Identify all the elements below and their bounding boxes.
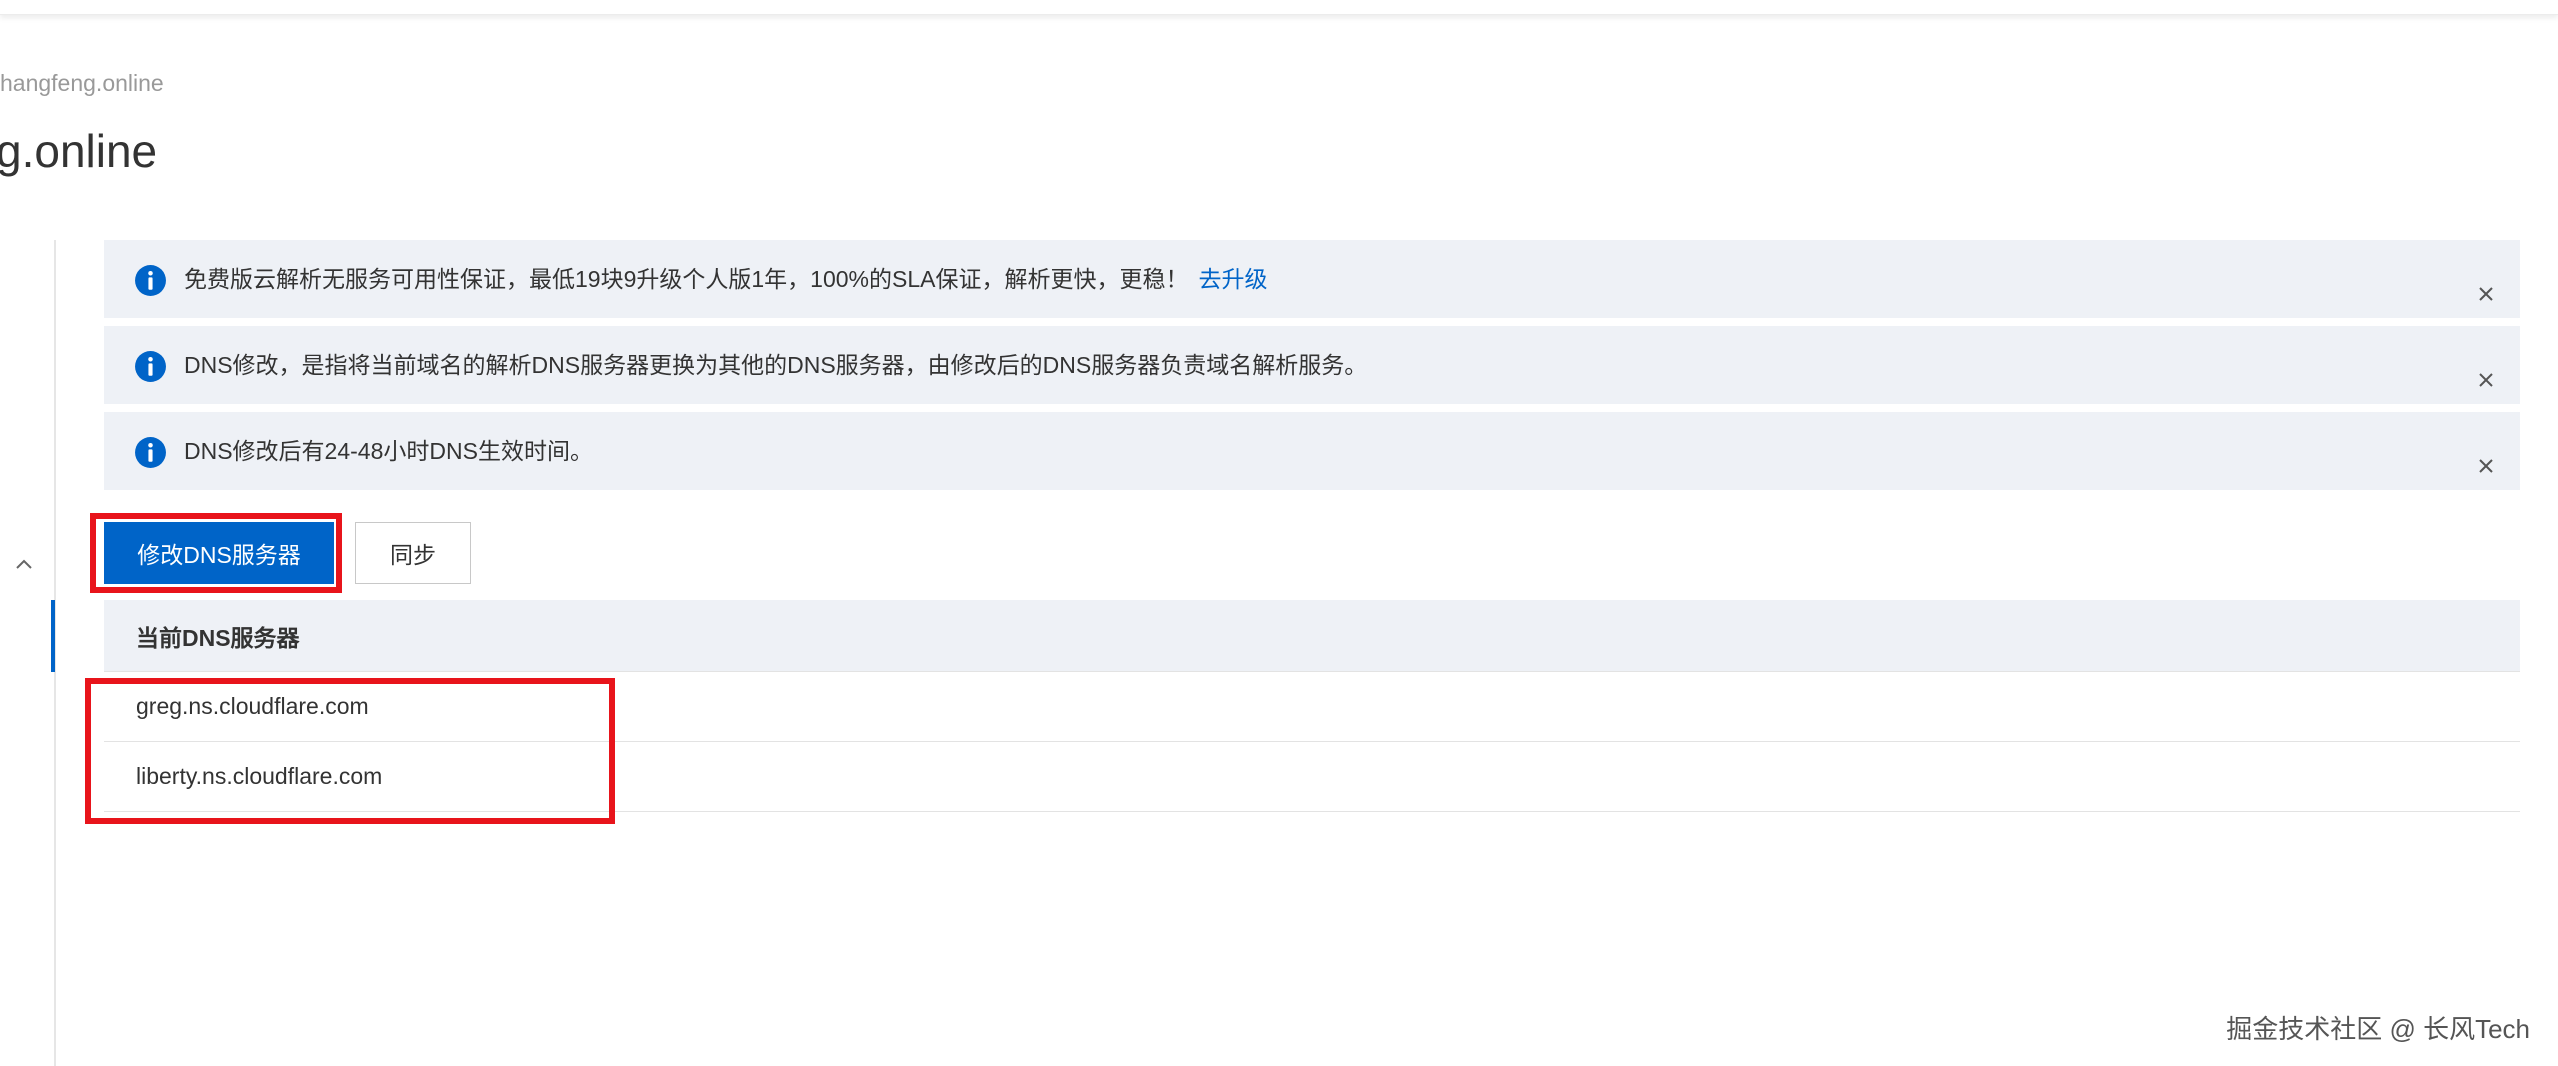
upgrade-link[interactable]: 去升级 — [1198, 266, 1267, 292]
notice-text: DNS修改后有24-48小时DNS生效时间。 — [184, 438, 593, 464]
notice-message: 免费版云解析无服务可用性保证，最低19块9升级个人版1年，100%的SLA保证，… — [184, 264, 1267, 294]
info-icon — [135, 351, 166, 382]
column-header-dns-server: 当前DNS服务器 — [136, 624, 300, 651]
top-bar — [0, 0, 2558, 15]
close-icon[interactable] — [2476, 370, 2496, 390]
info-icon — [135, 437, 166, 468]
notice-dns-explain: DNS修改，是指将当前域名的解析DNS服务器更换为其他的DNS服务器，由修改后的… — [104, 326, 2520, 404]
info-icon — [135, 265, 166, 296]
page-title: g.online — [0, 125, 158, 177]
dns-server-table: 当前DNS服务器 greg.ns.cloudflare.com liberty.… — [104, 600, 2520, 812]
table-row: liberty.ns.cloudflare.com — [104, 742, 2520, 812]
sync-button[interactable]: 同步 — [355, 522, 471, 584]
notice-text: DNS修改，是指将当前域名的解析DNS服务器更换为其他的DNS服务器，由修改后的… — [184, 352, 1368, 378]
table-header: 当前DNS服务器 — [104, 600, 2520, 672]
notice-dns-time: DNS修改后有24-48小时DNS生效时间。 — [104, 412, 2520, 490]
dns-server-cell: greg.ns.cloudflare.com — [136, 693, 369, 719]
side-active-indicator — [51, 600, 55, 672]
modify-dns-button[interactable]: 修改DNS服务器 — [104, 522, 334, 584]
chevron-up-icon[interactable] — [12, 553, 36, 577]
notice-text: 免费版云解析无服务可用性保证，最低19块9升级个人版1年，100%的SLA保证，… — [184, 266, 1189, 292]
close-icon[interactable] — [2476, 456, 2496, 476]
close-icon[interactable] — [2476, 284, 2496, 304]
notice-upgrade: 免费版云解析无服务可用性保证，最低19块9升级个人版1年，100%的SLA保证，… — [104, 240, 2520, 318]
breadcrumb[interactable]: hangfeng.online — [0, 70, 164, 97]
dns-server-cell: liberty.ns.cloudflare.com — [136, 763, 383, 789]
table-row: greg.ns.cloudflare.com — [104, 672, 2520, 742]
watermark: 掘金技术社区 @ 长风Tech — [2226, 1014, 2530, 1044]
